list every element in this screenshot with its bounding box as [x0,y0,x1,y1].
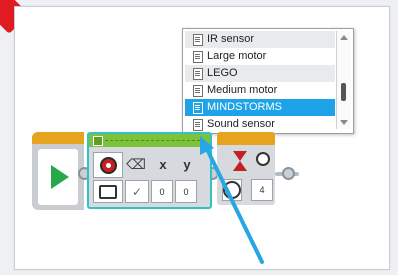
program-canvas: IR sensor Large motor LEGO Medium motor … [0,0,398,275]
pointer-arrow-icon [200,136,264,264]
